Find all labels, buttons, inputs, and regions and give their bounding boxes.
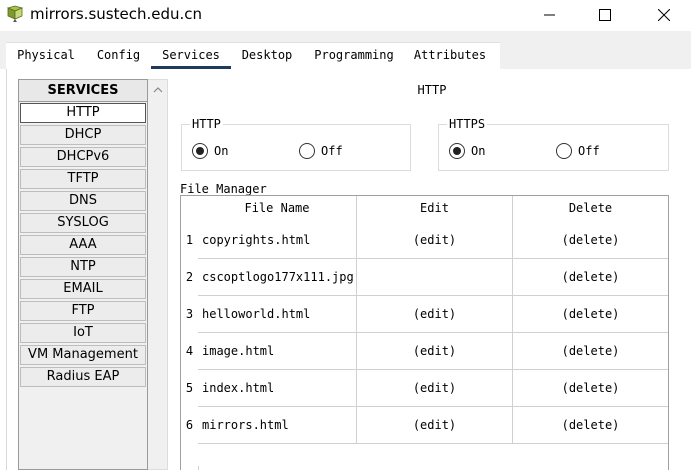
service-item-dhcpv6[interactable]: DHCPv6: [20, 147, 146, 167]
file-name: helloworld.html: [198, 296, 356, 333]
tab-physical[interactable]: Physical: [6, 43, 86, 69]
table-row: 2 cscoptlogo177x111.jpg (delete): [181, 259, 668, 296]
table-row: 4 image.html (edit) (delete): [181, 333, 668, 370]
table-row: 5 index.html (edit) (delete): [181, 370, 668, 407]
http-group-label: HTTP: [190, 117, 223, 131]
panel-title: HTTP: [417, 83, 447, 97]
radio-checked-icon: [192, 143, 208, 159]
tab-bar: Physical Config Services Desktop Program…: [6, 42, 500, 69]
service-item-tftp[interactable]: TFTP: [20, 169, 146, 189]
service-item-http[interactable]: HTTP: [20, 103, 146, 123]
close-button[interactable]: [641, 0, 687, 30]
table-empty-area: [198, 466, 668, 470]
delete-link[interactable]: (delete): [512, 333, 668, 370]
file-manager-table: File Name Edit Delete 1 copyrights.html …: [180, 195, 669, 470]
window-title: mirrors.sustech.edu.cn: [30, 5, 202, 23]
edit-cell: [356, 259, 512, 296]
header-file-name: File Name: [244, 201, 310, 215]
row-number: 6: [185, 418, 194, 432]
delete-link[interactable]: (delete): [512, 296, 668, 333]
edit-link[interactable]: (edit): [356, 333, 512, 370]
file-name: cscoptlogo177x111.jpg: [198, 259, 356, 296]
row-number: 4: [185, 344, 194, 358]
https-group: HTTPS On Off: [438, 117, 669, 171]
row-number: 3: [185, 307, 194, 321]
service-item-vm-management[interactable]: VM Management: [20, 345, 146, 365]
service-item-radius-eap[interactable]: Radius EAP: [20, 367, 146, 387]
maximize-icon: [599, 9, 611, 21]
delete-link[interactable]: (delete): [512, 407, 668, 444]
tab-attributes[interactable]: Attributes: [405, 43, 495, 69]
http-off-label: Off: [321, 144, 343, 158]
minimize-icon: [544, 14, 555, 16]
service-item-dns[interactable]: DNS: [20, 191, 146, 211]
table-header: File Name Edit Delete: [181, 196, 668, 222]
radio-unchecked-icon: [556, 143, 572, 159]
table-row: 3 helloworld.html (edit) (delete): [181, 296, 668, 333]
header-num: [181, 196, 198, 222]
scroll-up-button[interactable]: [148, 80, 167, 98]
header-delete: Delete: [512, 196, 668, 222]
close-icon: [658, 9, 670, 21]
delete-link[interactable]: (delete): [512, 370, 668, 407]
edit-link[interactable]: (edit): [356, 222, 512, 259]
delete-link[interactable]: (delete): [512, 222, 668, 259]
services-header: SERVICES: [19, 80, 147, 102]
http-group: HTTP On Off: [181, 117, 411, 171]
services-scrollbar[interactable]: [148, 79, 168, 470]
radio-unchecked-icon: [299, 143, 315, 159]
https-on-radio[interactable]: On: [449, 143, 485, 159]
https-off-radio[interactable]: Off: [556, 143, 600, 159]
chevron-up-icon: [153, 86, 162, 92]
row-number: 1: [185, 233, 194, 247]
https-off-label: Off: [578, 144, 600, 158]
packet-tracer-device-icon: [6, 5, 24, 23]
table-row: 1 copyrights.html (edit) (delete): [181, 222, 668, 259]
file-name: image.html: [198, 333, 356, 370]
tab-services[interactable]: Services: [151, 43, 231, 69]
delete-link[interactable]: (delete): [512, 259, 668, 296]
tab-strip: Physical Config Services Desktop Program…: [0, 31, 691, 69]
row-number: 5: [185, 381, 194, 395]
radio-checked-icon: [449, 143, 465, 159]
service-item-aaa[interactable]: AAA: [20, 235, 146, 255]
edit-link[interactable]: (edit): [356, 407, 512, 444]
http-off-radio[interactable]: Off: [299, 143, 343, 159]
minimize-button[interactable]: [527, 0, 573, 30]
service-item-ftp[interactable]: FTP: [20, 301, 146, 321]
service-item-iot[interactable]: IoT: [20, 323, 146, 343]
edit-link[interactable]: (edit): [356, 370, 512, 407]
https-group-label: HTTPS: [447, 117, 488, 131]
window-titlebar: mirrors.sustech.edu.cn: [0, 0, 691, 31]
file-manager-label: File Manager: [180, 182, 267, 196]
service-item-email[interactable]: EMAIL: [20, 279, 146, 299]
services-content: SERVICES HTTP DHCP DHCPv6 TFTP DNS SYSLO…: [6, 69, 691, 470]
https-on-label: On: [471, 144, 486, 158]
service-item-ntp[interactable]: NTP: [20, 257, 146, 277]
tab-config[interactable]: Config: [86, 43, 151, 69]
services-sidebar: SERVICES HTTP DHCP DHCPv6 TFTP DNS SYSLO…: [18, 79, 148, 470]
service-item-dhcp[interactable]: DHCP: [20, 125, 146, 145]
file-name: copyrights.html: [198, 222, 356, 259]
file-name: mirrors.html: [198, 407, 356, 444]
service-item-syslog[interactable]: SYSLOG: [20, 213, 146, 233]
maximize-button[interactable]: [582, 0, 628, 30]
http-panel: HTTP HTTP On Off HTTPS On Off File Manag…: [172, 69, 691, 470]
edit-link[interactable]: (edit): [356, 296, 512, 333]
tab-programming[interactable]: Programming: [303, 43, 405, 69]
file-name: index.html: [198, 370, 356, 407]
tab-desktop[interactable]: Desktop: [231, 43, 303, 69]
header-edit: Edit: [356, 196, 512, 222]
row-number: 2: [185, 270, 194, 284]
http-on-radio[interactable]: On: [192, 143, 228, 159]
table-row: 6 mirrors.html (edit) (delete): [181, 407, 668, 444]
http-on-label: On: [214, 144, 229, 158]
